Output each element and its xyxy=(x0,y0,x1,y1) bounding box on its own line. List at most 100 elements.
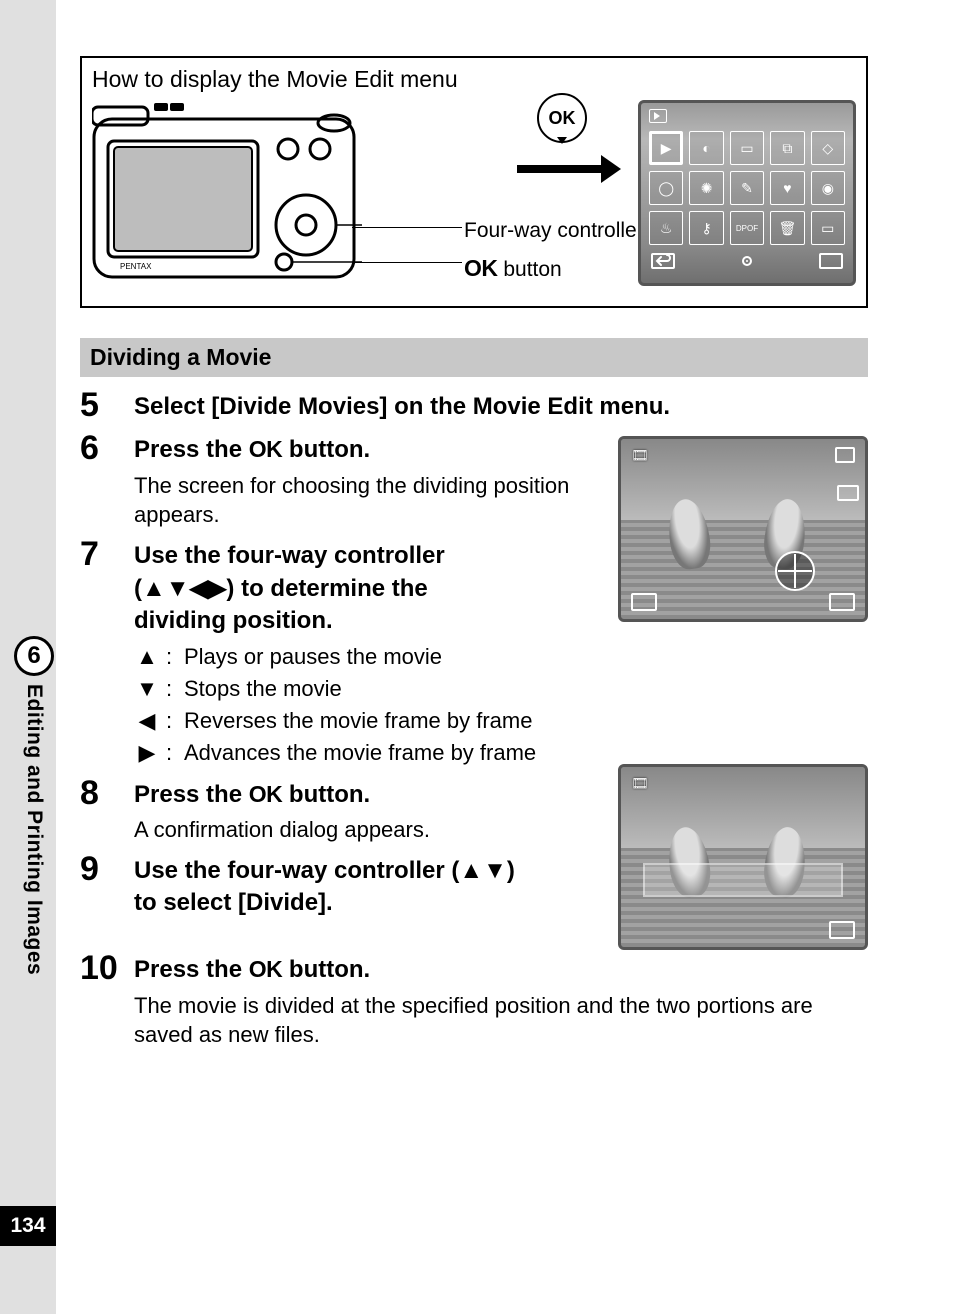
ok-circle-icon: OK xyxy=(537,93,587,143)
step-10-sub: The movie is divided at the specified po… xyxy=(134,991,868,1050)
page-content: How to display the Movie Edit menu xyxy=(80,56,868,1056)
chapter-number-badge: 6 xyxy=(14,636,54,676)
grid-icon-play: ▶ xyxy=(649,131,683,165)
grid-icon-resize: ⧉ xyxy=(770,131,804,165)
grid-icon-oval: ◯ xyxy=(649,171,683,205)
screenshot-divide-position: 🎞 xyxy=(618,436,868,622)
leader-line-ok xyxy=(352,262,462,263)
step-9-l2: ) xyxy=(507,857,515,884)
step-6-head: Press the OK button. xyxy=(134,434,606,466)
left-arrow-icon: ◀ xyxy=(134,705,160,737)
back-icon xyxy=(651,253,675,269)
howto-box: How to display the Movie Edit menu xyxy=(80,56,868,308)
page-number: 134 xyxy=(0,1206,56,1246)
ctrl-up-text: Plays or pauses the movie xyxy=(184,641,442,673)
step-8-number: 8 xyxy=(80,775,134,812)
arrows-udlr-icon: ▲▼◀▶ xyxy=(142,575,226,602)
step-8-suffix: button. xyxy=(282,781,370,808)
step-5-number: 5 xyxy=(80,387,134,424)
ok-glyph-step6: OK xyxy=(249,436,283,462)
grid-icon-sun: ✺ xyxy=(689,171,723,205)
grid-icon-magic: ✎ xyxy=(730,171,764,205)
grid-icon-dpof: DPOF xyxy=(730,211,764,245)
svg-text:PENTAX: PENTAX xyxy=(120,262,152,271)
step-7-l1: Use the four-way controller xyxy=(134,542,445,569)
step-7-l3: dividing position. xyxy=(134,607,333,634)
step-7-head: Use the four-way controller (▲▼◀▶) to de… xyxy=(134,540,606,637)
ok-glyph-step8: OK xyxy=(249,781,283,807)
right-screenshot-column: 🎞 🎞 xyxy=(618,436,868,950)
step-9-l1: Use the four-way controller ( xyxy=(134,857,459,884)
step-10-suffix: button. xyxy=(282,956,370,983)
movie-edit-icon-2: 🎞 xyxy=(631,775,649,792)
grid-icon-key: ⚷ xyxy=(689,211,723,245)
screenshot-confirm-divide: 🎞 xyxy=(618,764,868,950)
step-7-number: 7 xyxy=(80,536,134,573)
step-5-head: Select [Divide Movies] on the Movie Edit… xyxy=(134,391,868,423)
grid-icon-contrast: ◐ xyxy=(689,131,723,165)
step-7: 7 Use the four-way controller (▲▼◀▶) to … xyxy=(80,536,606,769)
blank-softkey-icon xyxy=(819,253,843,269)
step-8-prefix: Press the xyxy=(134,781,249,808)
softkey-right-icon-2 xyxy=(829,921,855,939)
controller-actions-table: ▲:Plays or pauses the movie ▼:Stops the … xyxy=(134,641,606,769)
step-6-number: 6 xyxy=(80,430,134,467)
chapter-title-vertical: Editing and Printing Images xyxy=(22,684,46,975)
movie-edit-icon: 🎞 xyxy=(631,447,649,464)
step-8: 8 Press the OK button. A confirmation di… xyxy=(80,775,606,845)
right-arrow-icon: ▶ xyxy=(134,737,160,769)
step-10-prefix: Press the xyxy=(134,956,249,983)
step-9-l3: to select [Divide]. xyxy=(134,889,333,916)
grid-icon-cup: ♨ xyxy=(649,211,683,245)
down-arrow-icon: ▼ xyxy=(134,673,160,705)
ctrl-right-text: Advances the movie frame by frame xyxy=(184,737,536,769)
copy-icon xyxy=(835,447,855,463)
step-9: 9 Use the four-way controller (▲▼) to se… xyxy=(80,851,606,920)
ok-circle-text: OK xyxy=(549,108,576,129)
step-6: 6 Press the OK button. The screen for ch… xyxy=(80,430,606,530)
section-heading: Dividing a Movie xyxy=(80,338,868,377)
arrow-right-icon xyxy=(517,165,607,173)
lcd-icon-grid: ▶ ◐ ▭ ⧉ ◇ ◯ ✺ ✎ ♥ ◉ ♨ ⚷ DPOF 🗑 ▭ xyxy=(649,131,845,245)
record-dot-icon xyxy=(735,253,759,269)
step-6-sub: The screen for choosing the dividing pos… xyxy=(134,471,606,530)
step-6-suffix: button. xyxy=(282,436,370,463)
step-10: 10 Press the OK button. The movie is div… xyxy=(80,950,868,1050)
grid-icon-crop: ▭ xyxy=(730,131,764,165)
step-9-head: Use the four-way controller (▲▼) to sele… xyxy=(134,855,606,920)
ok-glyph-step10: OK xyxy=(249,956,283,982)
up-arrow-icon: ▲ xyxy=(134,641,160,673)
battery-icon xyxy=(837,485,859,501)
label-ok-button: OK button xyxy=(464,255,562,282)
ok-and-arrow: OK xyxy=(502,93,622,193)
ctrl-left-text: Reverses the movie frame by frame xyxy=(184,705,532,737)
step-7-l2b: ) to determine the xyxy=(226,575,427,602)
step-5: 5 Select [Divide Movies] on the Movie Ed… xyxy=(80,387,868,424)
grid-icon-eye: ◉ xyxy=(811,171,845,205)
grid-icon-heart: ♥ xyxy=(770,171,804,205)
steps-list: 5 Select [Divide Movies] on the Movie Ed… xyxy=(80,387,868,1050)
step-8-sub: A confirmation dialog appears. xyxy=(134,815,606,845)
softkey-left-icon xyxy=(631,593,657,611)
step-6-prefix: Press the xyxy=(134,436,249,463)
ok-glyph-label: OK xyxy=(464,255,498,281)
side-chapter-tab: 6 Editing and Printing Images xyxy=(9,636,59,1008)
arrows-ud-icon: ▲▼ xyxy=(459,857,507,884)
playback-mode-icon xyxy=(649,109,667,123)
tiny-down-triangle-icon xyxy=(557,137,567,144)
step-10-number: 10 xyxy=(80,950,134,987)
grid-icon-rotate: ◇ xyxy=(811,131,845,165)
camera-svg: PENTAX xyxy=(92,97,362,287)
leader-line-controller xyxy=(352,227,462,228)
grid-icon-info: ▭ xyxy=(811,211,845,245)
ok-button-word: button xyxy=(498,258,562,281)
lcd-topbar xyxy=(649,109,845,127)
lcd-bottom-icons xyxy=(649,253,845,269)
dialog-highlight-bar xyxy=(643,863,843,897)
grid-icon-trash: 🗑 xyxy=(770,211,804,245)
softkey-right-icon xyxy=(829,593,855,611)
step-10-head: Press the OK button. xyxy=(134,954,868,986)
lcd-menu-preview: ▶ ◐ ▭ ⧉ ◇ ◯ ✺ ✎ ♥ ◉ ♨ ⚷ DPOF 🗑 ▭ xyxy=(638,100,856,286)
ctrl-down-text: Stops the movie xyxy=(184,673,342,705)
step-7-l2a: ( xyxy=(134,575,142,602)
